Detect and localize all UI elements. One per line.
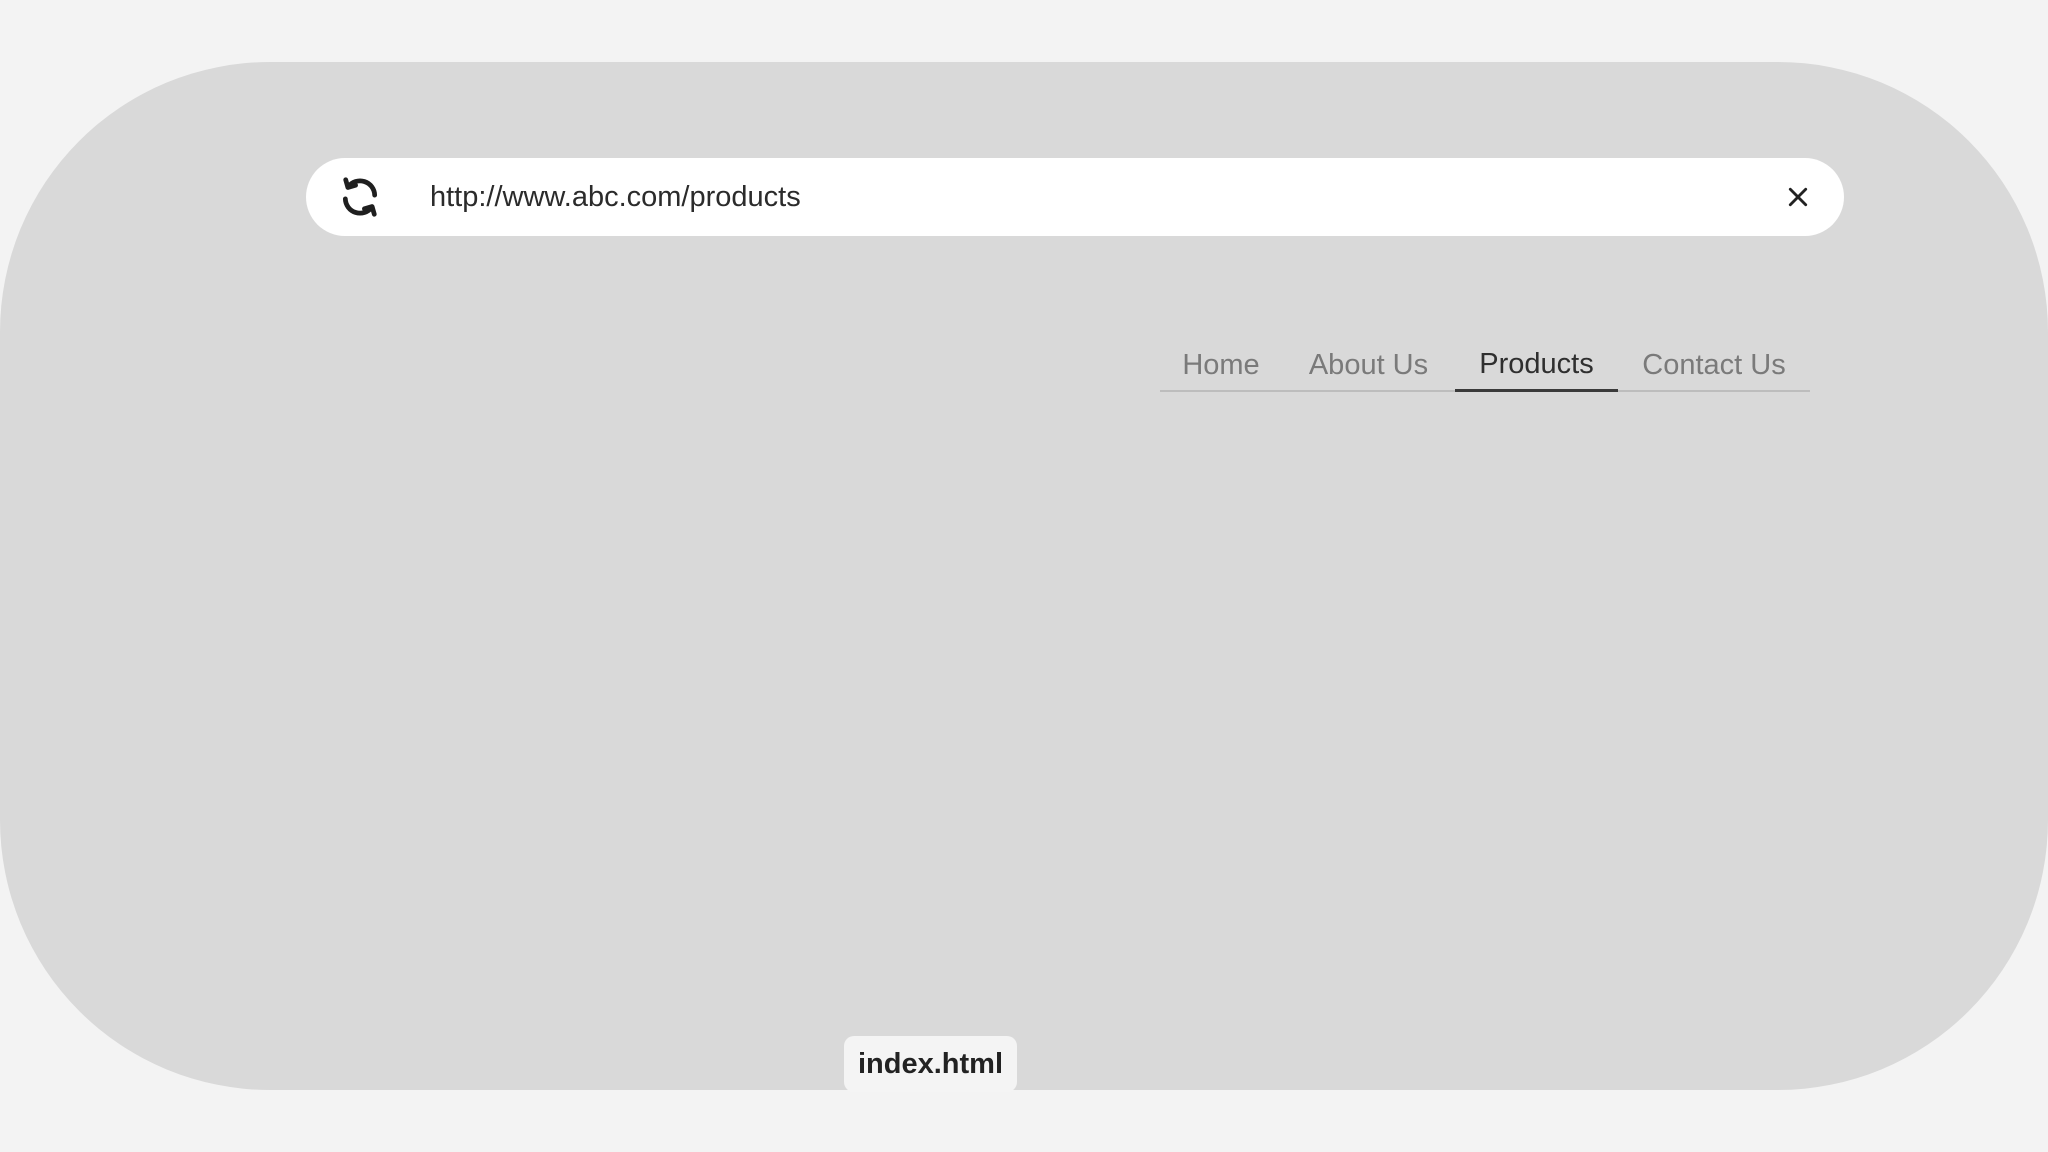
reload-icon (338, 175, 382, 219)
main-nav: Home About Us Products Contact Us (1160, 340, 1810, 392)
address-bar[interactable]: http://www.abc.com/products (306, 158, 1844, 236)
file-name-badge: index.html (844, 1036, 1018, 1092)
tab-contact-us[interactable]: Contact Us (1618, 340, 1810, 390)
tab-home[interactable]: Home (1160, 340, 1282, 390)
tab-products[interactable]: Products (1455, 340, 1618, 392)
url-field[interactable]: http://www.abc.com/products (430, 158, 801, 236)
tab-about-us[interactable]: About Us (1282, 340, 1455, 390)
close-icon (1787, 186, 1809, 208)
reload-button[interactable] (336, 173, 384, 221)
browser-window: http://www.abc.com/products Home About U… (0, 62, 2048, 1092)
close-button[interactable] (1780, 179, 1816, 215)
